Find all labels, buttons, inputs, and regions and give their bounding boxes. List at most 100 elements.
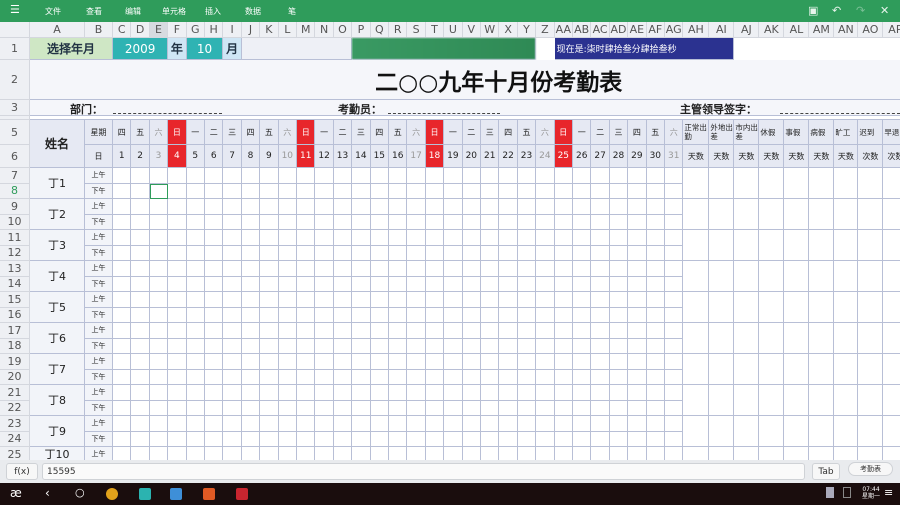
row-header[interactable]: 7 <box>0 168 30 184</box>
attendance-cell[interactable] <box>463 447 481 460</box>
attendance-cell[interactable] <box>389 245 408 261</box>
attendance-cell[interactable] <box>333 168 353 184</box>
attendance-cell[interactable] <box>168 400 187 416</box>
attendance-cell[interactable] <box>499 199 518 215</box>
attendance-cell[interactable] <box>646 214 665 230</box>
attendance-cell[interactable] <box>278 354 297 370</box>
attendance-cell[interactable] <box>297 400 316 416</box>
attendance-cell[interactable] <box>113 338 132 354</box>
summary-cell[interactable] <box>809 199 835 230</box>
column-header[interactable]: W <box>481 22 500 38</box>
attendance-cell[interactable] <box>573 245 592 261</box>
attendance-cell[interactable] <box>389 338 408 354</box>
attendance-cell[interactable] <box>131 307 150 323</box>
attendance-cell[interactable] <box>628 276 647 292</box>
attendance-cell[interactable] <box>352 214 371 230</box>
attendance-cell[interactable] <box>113 400 132 416</box>
attendance-cell[interactable] <box>297 447 316 460</box>
selected-cell-E8[interactable] <box>149 183 169 199</box>
attendance-cell[interactable] <box>517 323 537 339</box>
attendance-cell[interactable] <box>665 385 684 401</box>
summary-cell[interactable] <box>734 261 760 292</box>
summary-cell[interactable] <box>858 323 884 354</box>
attendance-cell[interactable] <box>260 431 279 447</box>
attendance-cell[interactable] <box>628 230 647 246</box>
attendance-cell[interactable] <box>297 245 316 261</box>
attendance-cell[interactable] <box>315 199 334 215</box>
summary-cell[interactable] <box>734 416 760 447</box>
summary-cell[interactable] <box>784 168 810 199</box>
summary-cell[interactable] <box>883 323 900 354</box>
attendance-cell[interactable] <box>149 245 169 261</box>
attendance-cell[interactable] <box>389 323 408 339</box>
menu-insert[interactable]: 插入 <box>205 6 221 17</box>
summary-cell[interactable] <box>858 199 884 230</box>
attendance-cell[interactable] <box>205 230 224 246</box>
attendance-cell[interactable] <box>517 214 537 230</box>
attendance-cell[interactable] <box>186 292 205 308</box>
summary-cell[interactable] <box>734 385 760 416</box>
attendance-cell[interactable] <box>297 338 316 354</box>
attendance-cell[interactable] <box>462 385 481 401</box>
attendance-cell[interactable] <box>517 199 537 215</box>
summary-cell[interactable] <box>759 230 785 261</box>
attendance-cell[interactable] <box>499 354 518 370</box>
column-header[interactable]: H <box>205 22 224 38</box>
attendance-cell[interactable] <box>113 199 132 215</box>
attendance-cell[interactable] <box>407 292 426 308</box>
attendance-cell[interactable] <box>370 338 389 354</box>
attendance-cell[interactable] <box>370 385 389 401</box>
summary-cell[interactable] <box>759 447 785 460</box>
summary-cell[interactable] <box>683 261 710 292</box>
attendance-cell[interactable] <box>113 261 132 277</box>
attendance-cell[interactable] <box>333 307 353 323</box>
attendance-cell[interactable] <box>554 292 573 308</box>
attendance-cell[interactable] <box>352 199 371 215</box>
attendance-cell[interactable] <box>223 292 242 308</box>
attendance-cell[interactable] <box>646 230 665 246</box>
summary-cell[interactable] <box>858 447 884 460</box>
column-header[interactable]: Y <box>517 22 537 38</box>
attendance-cell[interactable] <box>149 431 169 447</box>
attendance-cell[interactable] <box>260 400 279 416</box>
row-header[interactable]: 9 <box>0 199 30 215</box>
attendance-cell[interactable] <box>149 338 169 354</box>
summary-cell[interactable] <box>784 416 810 447</box>
column-header[interactable]: AL <box>784 22 810 38</box>
attendance-cell[interactable] <box>168 385 187 401</box>
attendance-cell[interactable] <box>297 292 316 308</box>
column-header[interactable]: C <box>113 22 132 38</box>
attendance-cell[interactable] <box>131 199 150 215</box>
attendance-cell[interactable] <box>591 307 610 323</box>
attendance-cell[interactable] <box>517 292 537 308</box>
attendance-cell[interactable] <box>462 183 481 199</box>
summary-cell[interactable] <box>759 168 785 199</box>
attendance-cell[interactable] <box>646 354 665 370</box>
attendance-cell[interactable] <box>370 183 389 199</box>
attendance-cell[interactable] <box>278 183 297 199</box>
summary-cell[interactable] <box>784 292 810 323</box>
summary-cell[interactable] <box>834 168 859 199</box>
attendance-cell[interactable] <box>554 230 573 246</box>
attendance-cell[interactable] <box>149 307 169 323</box>
attendance-cell[interactable] <box>297 307 316 323</box>
attendance-cell[interactable] <box>444 199 463 215</box>
attendance-cell[interactable] <box>517 168 537 184</box>
attendance-cell[interactable] <box>131 261 150 277</box>
attendance-cell[interactable] <box>444 447 463 460</box>
attendance-cell[interactable] <box>370 245 389 261</box>
dept-field[interactable] <box>113 113 222 114</box>
attendance-cell[interactable] <box>278 400 297 416</box>
summary-cell[interactable] <box>734 168 760 199</box>
attendance-cell[interactable] <box>573 354 592 370</box>
attendance-cell[interactable] <box>646 276 665 292</box>
attendance-cell[interactable] <box>242 447 261 460</box>
summary-cell[interactable] <box>883 168 900 199</box>
summary-cell[interactable] <box>883 354 900 385</box>
attendance-cell[interactable] <box>297 183 316 199</box>
attendance-cell[interactable] <box>407 338 426 354</box>
attendance-cell[interactable] <box>168 369 187 385</box>
attendance-cell[interactable] <box>536 447 555 460</box>
attendance-cell[interactable] <box>609 400 629 416</box>
row-header[interactable]: 3 <box>0 100 30 116</box>
